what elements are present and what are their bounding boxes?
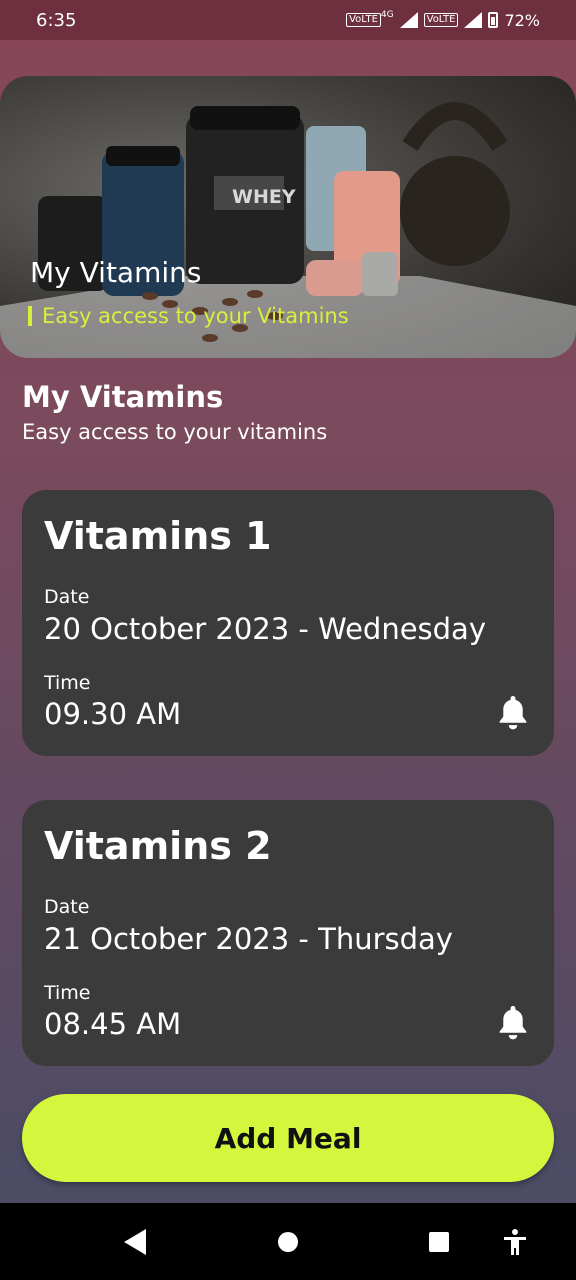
status-time: 6:35 <box>36 9 77 31</box>
back-icon[interactable] <box>124 1229 146 1255</box>
vitamin-card[interactable]: Vitamins 2 Date 21 October 2023 - Thursd… <box>22 800 554 1066</box>
signal-icon-2 <box>464 12 483 28</box>
volte-badge-2: VoLTE <box>423 13 459 27</box>
recents-icon[interactable] <box>428 1231 450 1253</box>
home-icon[interactable] <box>277 1231 299 1253</box>
time-label: Time <box>44 672 91 694</box>
date-label: Date <box>44 586 90 608</box>
bell-icon[interactable] <box>498 1006 528 1040</box>
date-value: 20 October 2023 - Wednesday <box>44 612 486 646</box>
bell-icon[interactable] <box>498 696 528 730</box>
page-subtitle: Easy access to your vitamins <box>22 420 328 444</box>
card-title: Vitamins 2 <box>44 824 272 868</box>
volte-badge-1: VoLTE <box>346 13 381 27</box>
signal-icon <box>399 12 418 28</box>
battery-percent: 72% <box>504 10 540 30</box>
status-icons: VoLTE 4G VoLTE 72% <box>346 10 540 30</box>
status-bar: 6:35 VoLTE 4G VoLTE 72% <box>0 0 576 40</box>
battery-icon <box>488 12 499 28</box>
time-label: Time <box>44 982 91 1004</box>
subtitle-accent-bar <box>28 306 32 326</box>
hero-banner: WHEY My Vitamins Easy access to your Vit… <box>0 76 576 358</box>
time-value: 08.45 AM <box>44 1007 182 1041</box>
date-value: 21 October 2023 - Thursday <box>44 922 453 956</box>
card-title: Vitamins 1 <box>44 514 272 558</box>
network-type-label: 4G <box>380 10 394 20</box>
system-nav-bar <box>0 1203 576 1280</box>
vitamin-card[interactable]: Vitamins 1 Date 20 October 2023 - Wednes… <box>22 490 554 756</box>
add-meal-button[interactable]: Add Meal <box>22 1094 554 1182</box>
time-value: 09.30 AM <box>44 697 182 731</box>
hero-title: My Vitamins <box>30 256 202 289</box>
accessibility-icon[interactable] <box>503 1229 527 1255</box>
hero-subtitle-text: Easy access to your Vitamins <box>42 304 349 328</box>
hero-subtitle: Easy access to your Vitamins <box>28 304 349 328</box>
page-title: My Vitamins <box>22 380 224 414</box>
date-label: Date <box>44 896 90 918</box>
whey-label: WHEY <box>232 186 296 208</box>
